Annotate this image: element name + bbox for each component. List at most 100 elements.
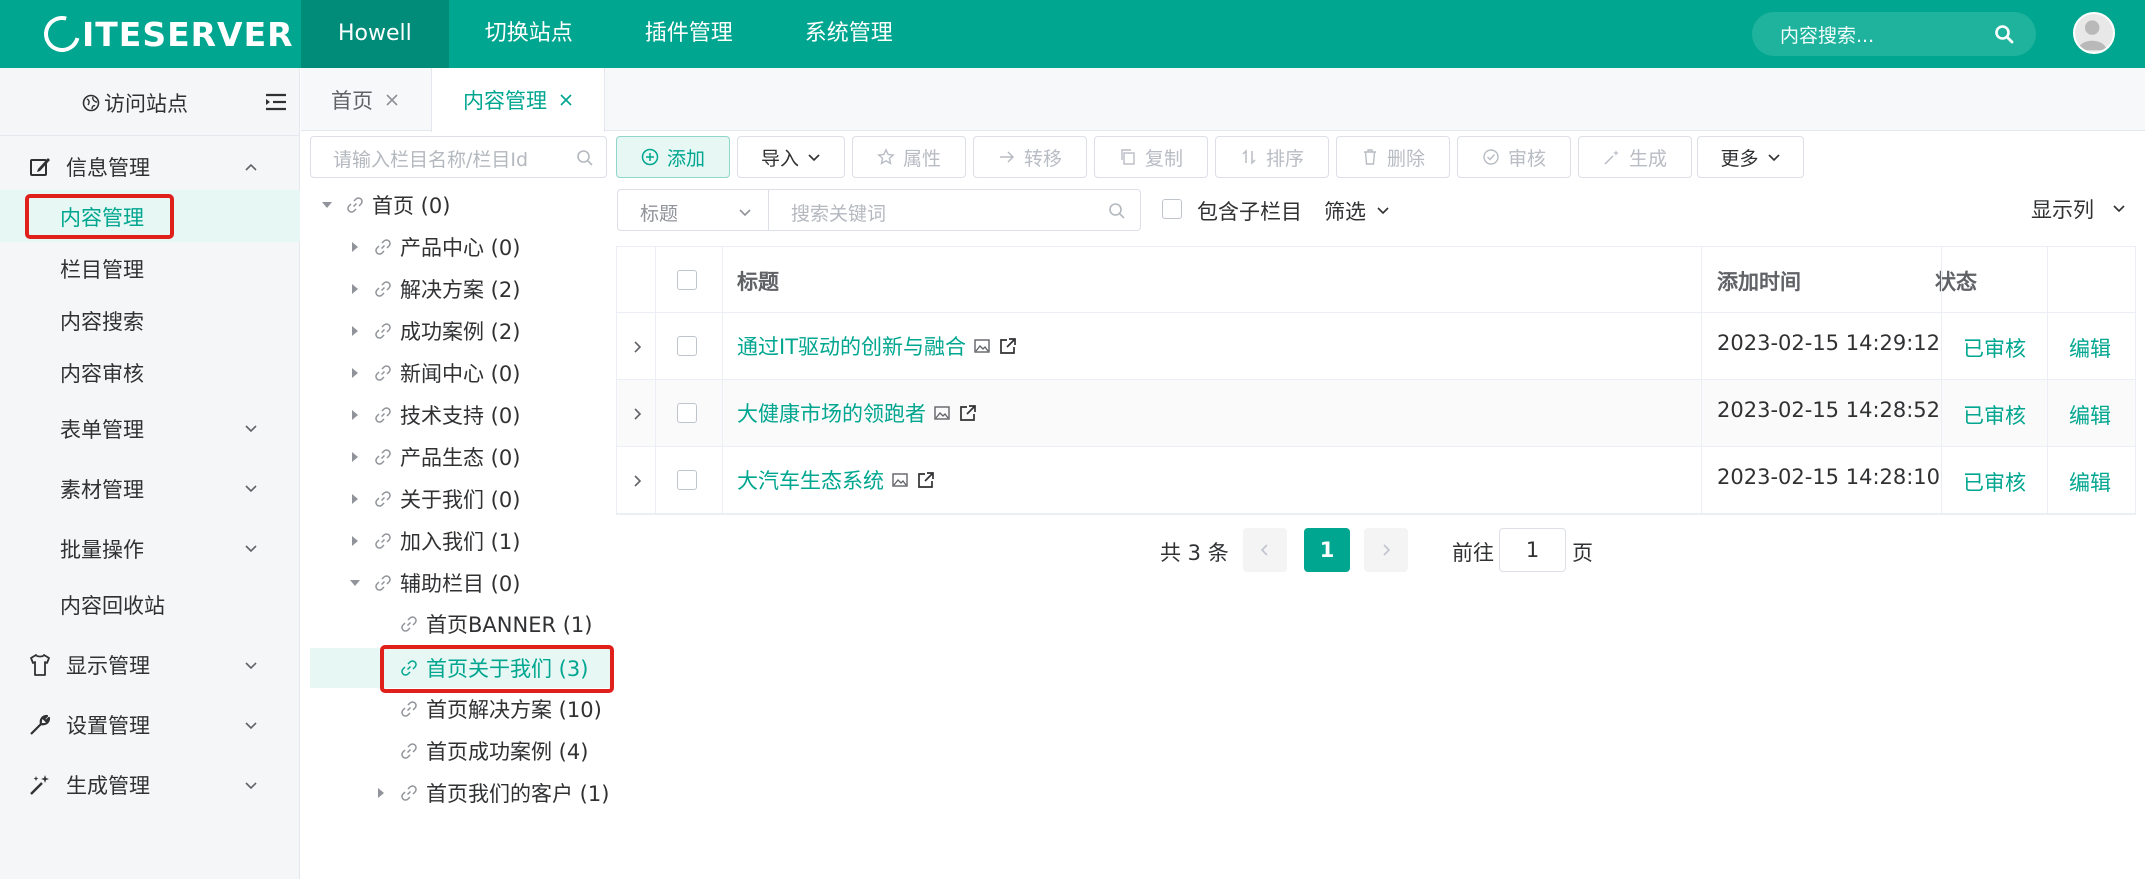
- chevron-right-icon[interactable]: [630, 407, 644, 421]
- import-button[interactable]: 导入: [737, 136, 845, 178]
- select-all-checkbox[interactable]: [677, 270, 697, 290]
- chevron-right-icon[interactable]: [630, 474, 644, 488]
- delete-button[interactable]: 删除: [1336, 136, 1450, 178]
- sort-button[interactable]: 排序: [1215, 136, 1329, 178]
- caret-right-icon[interactable]: [348, 240, 362, 254]
- user-avatar[interactable]: [2073, 12, 2115, 54]
- page-number-current[interactable]: 1: [1304, 528, 1350, 572]
- tree-node[interactable]: 技术支持 (0): [348, 395, 520, 435]
- tree-node[interactable]: 首页 (0): [320, 185, 450, 225]
- column-search-input[interactable]: 请输入栏目名称/栏目Id: [310, 136, 607, 178]
- row-checkbox[interactable]: [677, 336, 697, 356]
- nav-howell[interactable]: Howell: [301, 0, 449, 68]
- tree-node[interactable]: 关于我们 (0): [348, 479, 520, 519]
- keyword-search-input[interactable]: 搜索关键词: [768, 189, 1141, 231]
- status-link[interactable]: 已审核: [1963, 333, 2026, 363]
- caret-down-icon[interactable]: [320, 198, 334, 212]
- external-link-icon[interactable]: [916, 470, 936, 490]
- search-icon[interactable]: [1994, 24, 2014, 44]
- row-checkbox[interactable]: [677, 403, 697, 423]
- tree-node[interactable]: 加入我们 (1): [348, 521, 520, 561]
- close-icon[interactable]: [559, 93, 573, 107]
- search-icon[interactable]: [1108, 202, 1126, 220]
- caret-right-icon[interactable]: [348, 534, 362, 548]
- transfer-button[interactable]: 转移: [973, 136, 1087, 178]
- external-link-icon[interactable]: [998, 336, 1018, 356]
- tree-node[interactable]: 新闻中心 (0): [348, 353, 520, 393]
- menu-fold-icon[interactable]: [265, 92, 287, 112]
- copy-button[interactable]: 复制: [1094, 136, 1208, 178]
- edit-link[interactable]: 编辑: [2069, 333, 2111, 363]
- tab-content-management[interactable]: 内容管理: [431, 68, 605, 132]
- sidebar-item-material-management[interactable]: 素材管理: [0, 462, 300, 514]
- menu-group-display-management[interactable]: 显示管理: [0, 636, 300, 692]
- chevron-right-icon[interactable]: [630, 340, 644, 354]
- keyword-search-placeholder: 搜索关键词: [791, 203, 887, 225]
- edit-link[interactable]: 编辑: [2069, 400, 2111, 430]
- site-logo[interactable]: ITESERVER: [37, 9, 294, 59]
- caret-right-icon[interactable]: [348, 366, 362, 380]
- prev-page-button[interactable]: [1243, 528, 1287, 572]
- more-button[interactable]: 更多: [1697, 136, 1804, 178]
- link-icon: [375, 491, 391, 507]
- caret-right-icon[interactable]: [348, 492, 362, 506]
- sidebar-item-form-management[interactable]: 表单管理: [0, 402, 300, 454]
- tree-node[interactable]: 首页我们的客户 (1): [374, 773, 609, 813]
- chevron-down-icon: [1377, 207, 1389, 215]
- title-cell: 通过IT驱动的创新与融合: [737, 331, 1018, 361]
- menu-group-info-management[interactable]: 信息管理: [0, 138, 300, 194]
- tree-node[interactable]: 首页解决方案 (10): [374, 689, 602, 729]
- sidebar-item-content-audit[interactable]: 内容审核: [0, 346, 300, 398]
- caret-right-icon[interactable]: [348, 408, 362, 422]
- sidebar-item-batch-operations[interactable]: 批量操作: [0, 522, 300, 574]
- attributes-button[interactable]: 属性: [852, 136, 966, 178]
- status-link[interactable]: 已审核: [1963, 467, 2026, 497]
- tree-node[interactable]: 成功案例 (2): [348, 311, 520, 351]
- column-header-title: 标题: [737, 270, 779, 294]
- tab-home[interactable]: 首页: [331, 68, 399, 131]
- content-search-input[interactable]: 内容搜索...: [1752, 12, 2036, 56]
- status-link[interactable]: 已审核: [1963, 400, 2026, 430]
- edit-link[interactable]: 编辑: [2069, 467, 2111, 497]
- chevron-down-icon: [245, 545, 257, 553]
- tree-node-label: 技术支持 (0): [400, 404, 521, 428]
- close-icon[interactable]: [385, 93, 399, 107]
- external-link-icon[interactable]: [958, 403, 978, 423]
- nav-system-management[interactable]: 系统管理: [769, 0, 929, 68]
- tree-node[interactable]: 辅助栏目 (0): [348, 563, 520, 603]
- nav-plugin-management[interactable]: 插件管理: [609, 0, 769, 68]
- caret-right-icon[interactable]: [348, 324, 362, 338]
- field-select[interactable]: 标题: [617, 189, 769, 231]
- menu-group-settings-management[interactable]: 设置管理: [0, 696, 300, 752]
- tree-node[interactable]: 解决方案 (2): [348, 269, 520, 309]
- include-children-checkbox[interactable]: [1162, 199, 1182, 219]
- caret-right-icon[interactable]: [374, 786, 388, 800]
- visit-site-link[interactable]: 访问站点: [82, 88, 188, 118]
- display-columns-dropdown[interactable]: 显示列: [2031, 194, 2094, 224]
- chevron-up-icon: [245, 163, 257, 171]
- add-button[interactable]: 添加: [616, 136, 730, 178]
- caret-right-icon[interactable]: [348, 282, 362, 296]
- sidebar-item-column-management[interactable]: 栏目管理: [0, 242, 300, 294]
- goto-page-input[interactable]: 1: [1499, 528, 1566, 572]
- menu-group-generate-management[interactable]: 生成管理: [0, 756, 300, 812]
- caret-down-icon[interactable]: [348, 576, 362, 590]
- caret-spacer: [374, 744, 388, 758]
- filter-dropdown[interactable]: 筛选: [1324, 196, 1366, 226]
- content-title-link[interactable]: 大健康市场的领跑者: [737, 398, 926, 428]
- generate-button[interactable]: 生成: [1578, 136, 1692, 178]
- tree-node[interactable]: 首页BANNER (1): [374, 604, 592, 644]
- tree-node[interactable]: 首页成功案例 (4): [374, 731, 588, 771]
- sidebar-item-content-search[interactable]: 内容搜索: [0, 294, 300, 346]
- caret-right-icon[interactable]: [348, 450, 362, 464]
- row-checkbox[interactable]: [677, 470, 697, 490]
- content-title-link[interactable]: 通过IT驱动的创新与融合: [737, 331, 966, 361]
- audit-button[interactable]: 审核: [1457, 136, 1571, 178]
- nav-switch-site[interactable]: 切换站点: [449, 0, 609, 68]
- top-bar: ITESERVER Howell 切换站点 插件管理 系统管理 内容搜索...: [0, 0, 2145, 68]
- sidebar-item-recycle-bin[interactable]: 内容回收站: [0, 578, 300, 630]
- tree-node[interactable]: 产品生态 (0): [348, 437, 520, 477]
- content-title-link[interactable]: 大汽车生态系统: [737, 465, 884, 495]
- tree-node[interactable]: 产品中心 (0): [348, 227, 520, 267]
- next-page-button[interactable]: [1364, 528, 1408, 572]
